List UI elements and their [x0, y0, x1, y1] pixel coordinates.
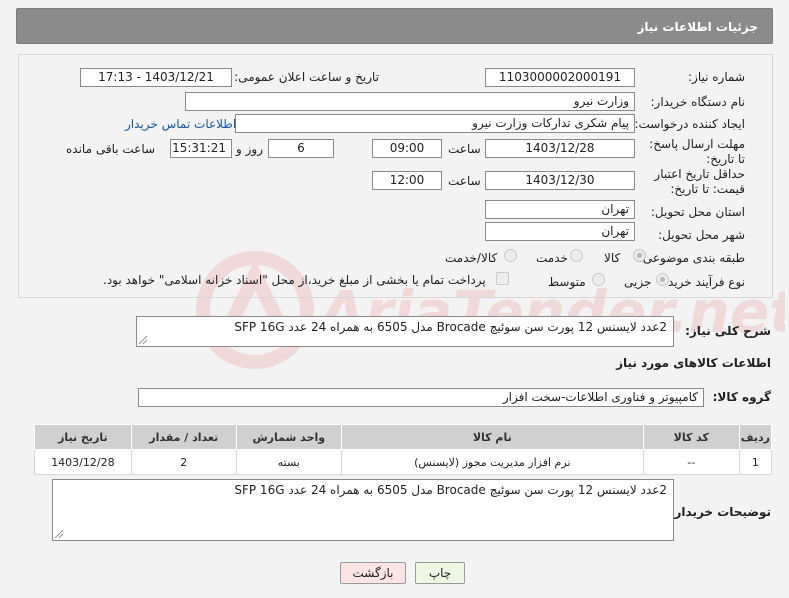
- announce-field[interactable]: 1403/12/21 - 17:13: [80, 68, 232, 87]
- category-radio-service[interactable]: [570, 249, 583, 262]
- col-unit: واحد شمارش: [235, 424, 342, 450]
- process-label: نوع فرآیند خرید :: [660, 275, 745, 289]
- category-radio-goods-service[interactable]: [504, 249, 517, 262]
- goods-section-title: اطلاعات کالاهای مورد نیاز: [616, 356, 771, 370]
- need-number-field[interactable]: 1103000002000191: [485, 68, 635, 87]
- col-item-code: کد کالا: [642, 424, 740, 450]
- category-label: طبقه بندی موضوعی:: [638, 251, 745, 265]
- print-button[interactable]: چاپ: [415, 562, 465, 584]
- buyer-notes-label: توضیحات خریدار:: [669, 505, 771, 519]
- days-label: روز و: [236, 142, 263, 156]
- treasury-payment-note: پرداخت تمام یا بخشی از مبلغ خرید،از محل …: [103, 273, 486, 287]
- announce-label: تاریخ و ساعت اعلان عمومی:: [234, 70, 379, 84]
- process-option-minor: جزیی: [624, 275, 652, 289]
- need-number-label: شماره نیاز:: [688, 70, 745, 84]
- buyer-contact-link[interactable]: اطلاعات تماس خریدار: [125, 117, 236, 131]
- reply-time-label: ساعت: [448, 142, 481, 156]
- table-row: 1 -- نرم افزار مدیریت مجوز (لایسنس) بسته…: [34, 449, 773, 475]
- reply-deadline-label: مهلت ارسال پاسخ: تا تاریخ:: [649, 137, 745, 166]
- cell-quantity: 2: [130, 449, 237, 475]
- summary-text: 2عدد لایسنس 12 پورت سن سوئیچ Brocade مدل…: [234, 320, 667, 334]
- province-field[interactable]: تهران: [485, 200, 635, 219]
- col-quantity: تعداد / مقدار: [130, 424, 237, 450]
- resize-grip-icon[interactable]: [55, 530, 63, 538]
- category-radio-goods[interactable]: [633, 249, 646, 262]
- goods-table: ردیف کد کالا نام کالا واحد شمارش تعداد /…: [34, 424, 773, 475]
- buyer-org-label: نام دستگاه خریدار:: [650, 95, 746, 109]
- process-option-medium: متوسط: [548, 275, 586, 289]
- price-date-field[interactable]: 1403/12/30: [485, 171, 635, 190]
- process-radio-minor[interactable]: [656, 273, 669, 286]
- goods-group-field[interactable]: کامپیوتر و فناوری اطلاعات-سخت افزار: [138, 388, 704, 407]
- cell-item-code: --: [642, 449, 740, 475]
- price-time-label: ساعت: [448, 174, 481, 188]
- city-label: شهر محل تحویل:: [658, 228, 745, 242]
- process-radio-medium[interactable]: [592, 273, 605, 286]
- category-option-goods: کالا: [604, 251, 621, 265]
- price-time-field[interactable]: 12:00: [372, 171, 442, 190]
- remaining-time-field[interactable]: 15:31:21: [170, 139, 232, 158]
- col-need-date: تاریخ نیاز: [34, 424, 132, 450]
- back-button[interactable]: بازگشت: [340, 562, 406, 584]
- goods-table-header: ردیف کد کالا نام کالا واحد شمارش تعداد /…: [34, 424, 773, 450]
- summary-textarea[interactable]: 2عدد لایسنس 12 پورت سن سوئیچ Brocade مدل…: [136, 316, 674, 347]
- col-item-name: نام کالا: [340, 424, 644, 450]
- page-header: جزئیات اطلاعات نیاز: [16, 8, 773, 44]
- buyer-org-field[interactable]: وزارت نیرو: [185, 92, 635, 111]
- cell-item-name: نرم افزار مدیریت مجوز (لایسنس): [340, 449, 644, 475]
- goods-group-label: گروه کالا:: [712, 390, 771, 404]
- resize-grip-icon[interactable]: [139, 336, 147, 344]
- buyer-notes-textarea[interactable]: 2عدد لایسنس 12 پورت سن سوئیچ Brocade مدل…: [52, 479, 674, 541]
- cell-need-date: 1403/12/28: [34, 449, 132, 475]
- buyer-notes-text: 2عدد لایسنس 12 پورت سن سوئیچ Brocade مدل…: [234, 483, 667, 497]
- reply-date-field[interactable]: 1403/12/28: [485, 139, 635, 158]
- price-validity-label: حداقل تاریخ اعتبار قیمت: تا تاریخ:: [654, 167, 745, 196]
- category-option-service: خدمت: [536, 251, 568, 265]
- category-option-goods-service: کالا/خدمت: [445, 251, 498, 265]
- summary-label: شرح کلی نیاز:: [685, 324, 771, 338]
- creator-field[interactable]: پیام شکری تدارکات وزارت نیرو: [235, 114, 635, 133]
- cell-unit: بسته: [235, 449, 342, 475]
- col-row-number: ردیف: [738, 424, 773, 450]
- cell-row-number: 1: [738, 449, 773, 475]
- province-label: استان محل تحویل:: [650, 205, 745, 219]
- city-field[interactable]: تهران: [485, 222, 635, 241]
- page-title: جزئیات اطلاعات نیاز: [637, 20, 758, 34]
- reply-time-field[interactable]: 09:00: [372, 139, 442, 158]
- remaining-label: ساعت باقی مانده: [66, 142, 156, 156]
- days-field[interactable]: 6: [268, 139, 334, 158]
- treasury-payment-checkbox[interactable]: [496, 272, 509, 285]
- creator-label: ایجاد کننده درخواست:: [634, 117, 745, 131]
